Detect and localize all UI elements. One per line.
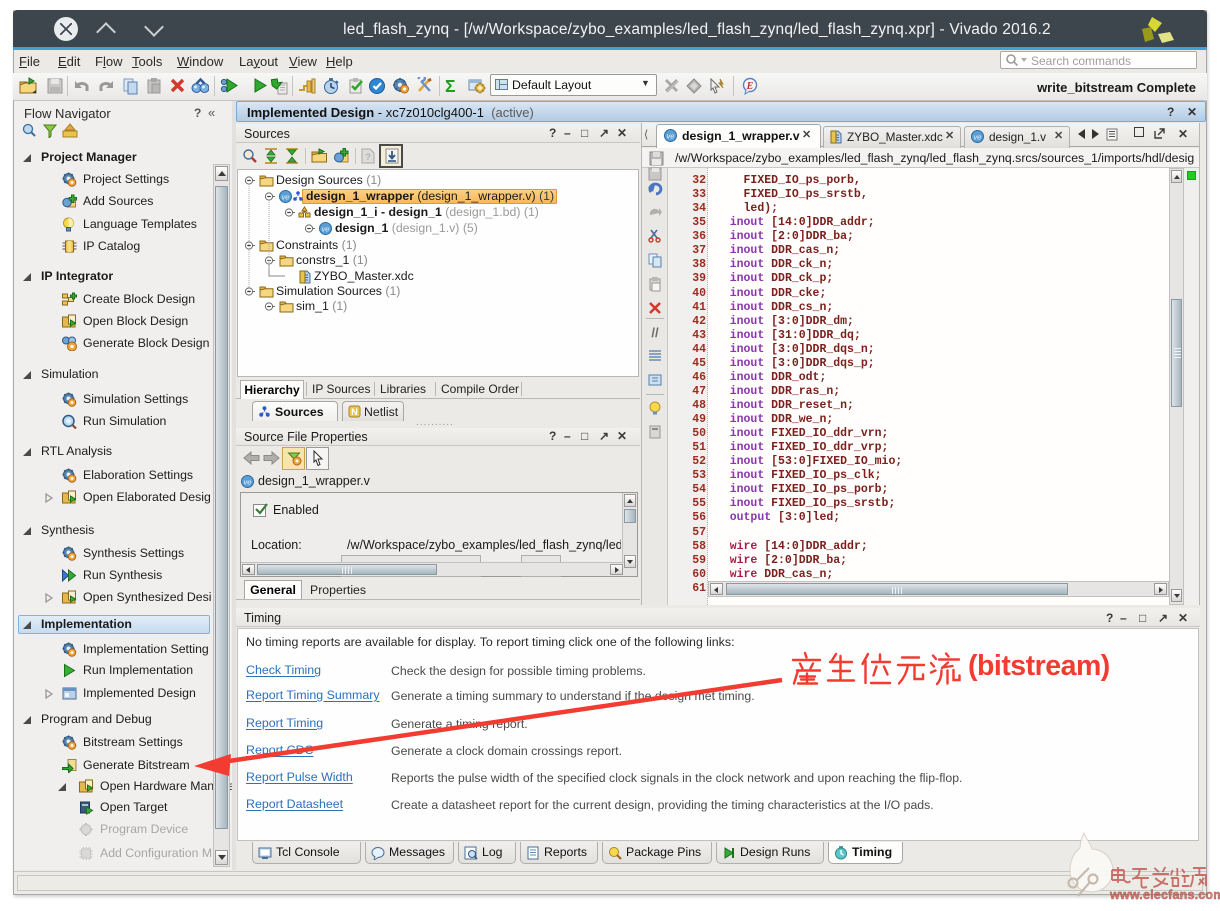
svg-text:?: ?	[365, 152, 371, 162]
svg-text:ve: ve	[322, 225, 330, 234]
svg-text://: //	[651, 325, 659, 340]
svg-text:ve: ve	[244, 478, 252, 487]
svg-text:E: E	[746, 81, 754, 92]
svg-text:ve: ve	[282, 193, 290, 202]
svg-text:ve: ve	[974, 133, 982, 142]
svg-text:N: N	[351, 407, 358, 417]
svg-text:ve: ve	[667, 132, 675, 141]
